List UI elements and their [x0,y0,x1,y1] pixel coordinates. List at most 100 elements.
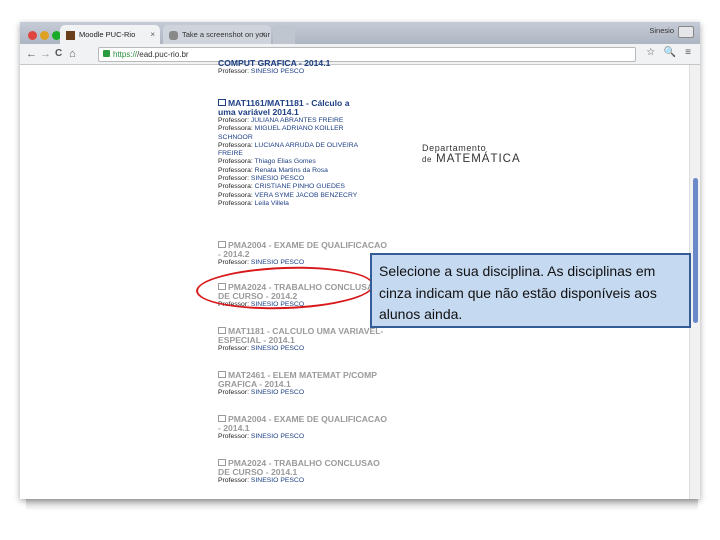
course-title-link[interactable]: PMA2004 - EXAME DE QUALIFICACAO - 2014.1 [218,415,388,433]
tab-screenshot[interactable]: Take a screenshot on your × [163,25,271,44]
tab-moodle[interactable]: Moodle PUC-Rio × [60,25,160,44]
course-icon [218,371,226,378]
course-title-link[interactable]: PMA2004 - EXAME DE QUALIFICACAO - 2014.2 [218,241,388,259]
profile-name[interactable]: Sinesio [649,26,674,35]
course-title: MAT1181 - CALCULO UMA VARIAVEL-ESPECIAL … [218,326,384,345]
url-scheme: https:// [113,50,138,59]
professor-label: Professor: [218,175,249,183]
forward-arrow-icon[interactable]: → [40,46,51,62]
professor-row: Professora: LUCIANA ARRUDA DE OLIVEIRA F… [218,142,368,159]
course-title-link[interactable]: PMA2024 - TRABALHO CONCLUSAO DE CURSO - … [218,459,388,477]
course-item: COMPUT GRAFICA - 2014.1 Professor: SINESI… [218,59,388,76]
course-title: PMA2004 - EXAME DE QUALIFICACAO - 2014.1 [218,414,388,433]
course-title: MAT2461 - ELEM MATEMAT P/COMP GRAFICA - … [218,370,377,389]
professor-name-link[interactable]: SINESIO PESCO [251,389,304,396]
professor-name-link[interactable]: VERA SYME JACOB BENZECRY [255,192,358,199]
course-title: PMA2004 - EXAME DE QUALIFICACAO - 2014.2 [218,240,388,259]
course-title-link[interactable]: COMPUT GRAFICA - 2014.1 [218,59,388,68]
course-title: COMPUT GRAFICA - 2014.1 [218,58,331,68]
professor-name-link[interactable]: SINESIO PESCO [251,175,304,182]
department-logo: Departamento de MATEMÁTICA [422,143,521,165]
professor-name-link[interactable]: SINESIO PESCO [251,68,304,75]
course-icon [218,459,226,466]
professor-label: Professora: [218,199,253,207]
window-controls[interactable] [28,27,64,45]
department-prefix: de [422,155,432,164]
professor-label: Professor: [218,345,249,352]
professor-label: Professora: [218,125,253,133]
scrollbar-thumb[interactable] [693,178,698,323]
url-text: https:///ead.puc-rio.br [113,48,189,61]
home-icon[interactable]: ⌂ [69,46,76,62]
professor-name-link[interactable]: Leila Villela [255,200,289,207]
professor-label: Professor: [218,389,249,396]
course-title-link[interactable]: MAT2461 - ELEM MATEMAT P/COMP GRAFICA - … [218,371,388,389]
course-item: PMA2004 - EXAME DE QUALIFICACAO - 2014.2… [218,241,388,267]
professor-name-link[interactable]: JULIANA ABRANTES FREIRE [251,117,344,124]
url-host: /ead.puc-rio.br [137,50,189,59]
department-subject: de MATEMÁTICA [422,153,521,165]
professor-name-link[interactable]: SINESIO PESCO [251,433,304,440]
professor-row: Professor: SINESIO PESCO [218,477,388,485]
professor-row: Professora: MIGUEL ADRIANO KOILLER SCHNO… [218,125,368,142]
course-title: MAT1161/MAT1181 - Cálculo a uma variável… [218,98,350,117]
course-item: MAT2461 - ELEM MATEMAT P/COMP GRAFICA - … [218,371,388,397]
course-item: MAT1181 - CALCULO UMA VARIAVEL-ESPECIAL … [218,327,388,353]
lock-icon [103,50,110,57]
close-window-icon[interactable] [28,31,37,40]
professor-row: Professora: CRISTIANE PINHO GUEDES [218,183,368,191]
professor-name-link[interactable]: CRISTIANE PINHO GUEDES [255,183,345,190]
department-title: MATEMÁTICA [436,153,521,165]
close-tab-icon[interactable]: × [261,25,266,44]
professor-label: Professor: [218,477,249,484]
course-icon [218,241,226,248]
moodle-favicon-icon [66,30,75,40]
close-tab-icon[interactable]: × [150,25,155,44]
professor-name-link[interactable]: SINESIO PESCO [251,345,304,352]
professor-row: Professora: Leila Villela [218,200,368,208]
minimize-window-icon[interactable] [40,31,49,40]
professor-name-link[interactable]: SINESIO PESCO [251,259,304,266]
professor-row: Professor: SINESIO PESCO [218,345,388,353]
course-item: PMA2024 - TRABALHO CONCLUSAO DE CURSO - … [218,459,388,485]
professor-label: Professor: [218,433,249,440]
professor-name-link[interactable]: Thiago Elias Gomes [255,158,316,165]
professor-label: Professor: [218,259,249,266]
professor-name-link[interactable]: SINESIO PESCO [251,477,304,484]
slide-shadow [26,497,698,511]
professor-label: Professora: [218,166,253,174]
professor-label: Professor: [218,68,249,75]
professor-label: Professor: [218,117,249,124]
course-item: MAT1161/MAT1181 - Cálculo a uma variável… [218,99,368,208]
course-icon [218,415,226,422]
course-icon [218,327,226,334]
reload-icon[interactable]: C [55,46,62,62]
course-item: PMA2004 - EXAME DE QUALIFICACAO - 2014.1… [218,415,388,441]
professor-row: Professora: Thiago Elias Gomes [218,158,368,166]
tab-label: Take a screenshot on your [182,30,270,39]
course-title: PMA2024 - TRABALHO CONCLUSAO DE CURSO - … [218,458,380,477]
back-arrow-icon[interactable]: ← [26,46,37,62]
apple-favicon-icon [169,30,178,40]
professor-row: Professor: JULIANA ABRANTES FREIRE [218,117,368,125]
callout-text: Selecione a sua disciplina. As disciplin… [379,263,657,322]
course-title-link[interactable]: MAT1161/MAT1181 - Cálculo a uma variável… [218,99,368,117]
new-tab-button[interactable] [273,25,295,44]
professor-row: Professora: Renata Martins da Rosa [218,167,368,175]
course-title-link[interactable]: MAT1181 - CALCULO UMA VARIAVEL-ESPECIAL … [218,327,388,345]
professor-label: Professora: [218,191,253,199]
course-icon [218,99,226,106]
toolbar-icons[interactable]: ☆ 🔍 ≡ [646,47,694,58]
fullscreen-icon[interactable] [678,26,694,38]
instruction-callout: Selecione a sua disciplina. As disciplin… [370,253,691,328]
professor-row: Professor: SINESIO PESCO [218,68,388,76]
professor-row: Professora: VERA SYME JACOB BENZECRY [218,192,368,200]
professor-label: Professora: [218,183,253,191]
tab-label: Moodle PUC-Rio [79,30,136,39]
professor-label: Professora: [218,158,253,166]
professor-name-link[interactable]: Renata Martins da Rosa [255,167,328,174]
professor-row: Professor: SINESIO PESCO [218,389,388,397]
professor-label: Professora: [218,141,253,149]
tab-strip: Moodle PUC-Rio × Take a screenshot on yo… [20,22,700,44]
professor-row: Professor: SINESIO PESCO [218,175,368,183]
